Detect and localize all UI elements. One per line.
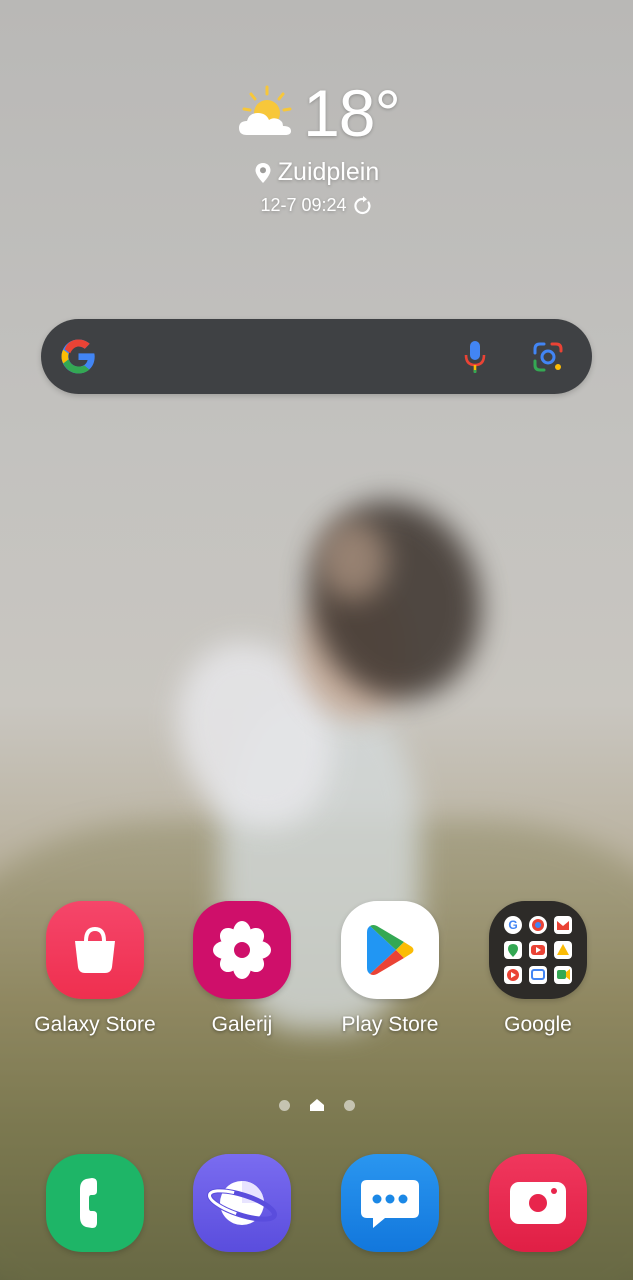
app-google-folder[interactable]: G Google [468, 901, 608, 1037]
play-store-icon [341, 901, 439, 999]
app-play-store[interactable]: Play Store [320, 901, 460, 1037]
galaxy-store-icon [46, 901, 144, 999]
gallery-icon [193, 901, 291, 999]
dock-camera[interactable] [468, 1154, 608, 1252]
page-dot[interactable] [343, 1099, 355, 1111]
google-search-bar[interactable] [41, 319, 592, 394]
dock-internet[interactable] [172, 1154, 312, 1252]
phone-icon [46, 1154, 144, 1252]
google-lens-icon[interactable] [531, 340, 565, 374]
home-screen[interactable]: 18° Zuidplein 12-7 09:24 Galaxy Store Ga… [0, 0, 633, 1280]
camera-icon [489, 1154, 587, 1252]
app-label: Galerij [211, 1013, 273, 1036]
location-name: Zuidplein [277, 158, 380, 186]
weather-widget[interactable]: 18° Zuidplein 12-7 09:24 [0, 80, 633, 216]
page-dot[interactable] [278, 1099, 290, 1111]
page-indicator[interactable] [0, 1099, 633, 1111]
dock-phone[interactable] [25, 1154, 165, 1252]
dock-messages[interactable] [320, 1154, 460, 1252]
refresh-icon[interactable] [353, 195, 373, 216]
app-label: Galaxy Store [34, 1013, 156, 1036]
app-label: Google [504, 1013, 572, 1036]
google-folder-icon: G [489, 901, 587, 999]
google-g-icon [61, 339, 95, 374]
home-page-icon[interactable] [309, 1099, 324, 1111]
app-label: Play Store [341, 1013, 439, 1036]
app-gallery[interactable]: Galerij [172, 901, 312, 1037]
messages-icon [341, 1154, 439, 1252]
app-galaxy-store[interactable]: Galaxy Store [25, 901, 165, 1037]
samsung-internet-icon [193, 1154, 291, 1252]
temperature: 18° [303, 76, 401, 150]
updated-time: 12-7 09:24 [260, 195, 347, 215]
svg-text:G: G [508, 918, 517, 932]
mic-icon[interactable] [461, 339, 489, 375]
location-pin-icon [255, 162, 271, 183]
partly-sunny-icon [239, 85, 292, 135]
